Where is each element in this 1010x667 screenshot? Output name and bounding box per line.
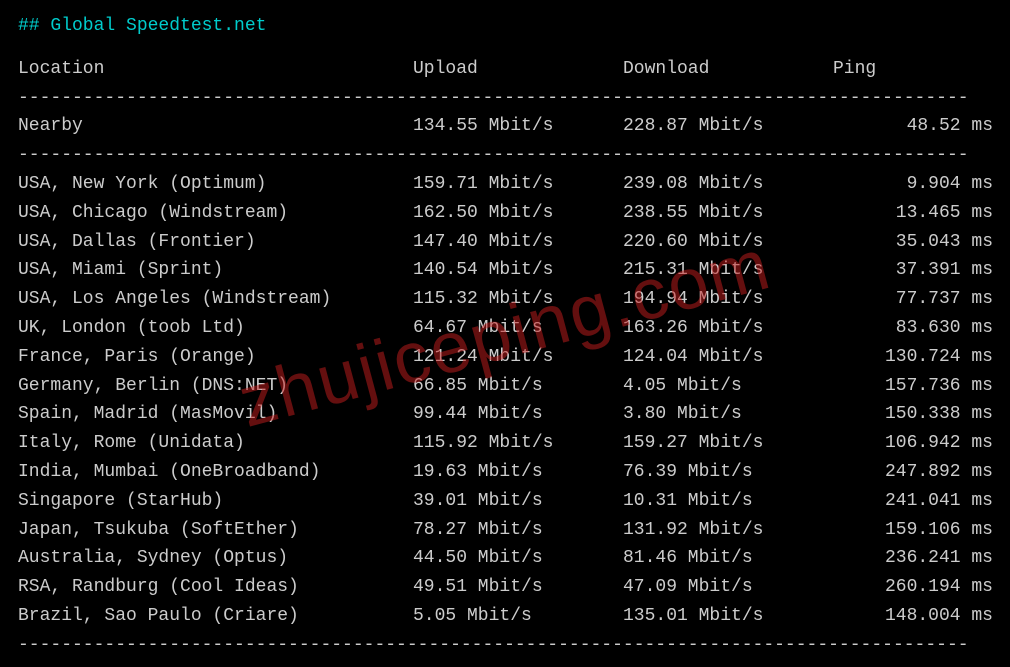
section-title: ## Global Speedtest.net xyxy=(18,12,992,41)
cell-location: Brazil, Sao Paulo (Criare) xyxy=(18,602,413,631)
cell-upload: 39.01 Mbit/s xyxy=(413,487,623,516)
cell-upload: 78.27 Mbit/s xyxy=(413,516,623,545)
nearby-download: 228.87 Mbit/s xyxy=(623,112,833,141)
cell-location: USA, New York (Optimum) xyxy=(18,170,413,199)
cell-ping: 241.041 ms xyxy=(833,487,993,516)
divider: ----------------------------------------… xyxy=(18,631,992,660)
cell-download: 135.01 Mbit/s xyxy=(623,602,833,631)
cell-ping: 35.043 ms xyxy=(833,228,993,257)
table-row: RSA, Randburg (Cool Ideas)49.51 Mbit/s47… xyxy=(18,573,992,602)
header-location: Location xyxy=(18,55,413,84)
cell-upload: 49.51 Mbit/s xyxy=(413,573,623,602)
table-header-row: Location Upload Download Ping xyxy=(18,55,992,84)
table-row: USA, New York (Optimum)159.71 Mbit/s239.… xyxy=(18,170,992,199)
table-row: Japan, Tsukuba (SoftEther)78.27 Mbit/s13… xyxy=(18,516,992,545)
cell-download: 4.05 Mbit/s xyxy=(623,372,833,401)
cell-ping: 157.736 ms xyxy=(833,372,993,401)
table-row: Germany, Berlin (DNS:NET)66.85 Mbit/s4.0… xyxy=(18,372,992,401)
cell-ping: 159.106 ms xyxy=(833,516,993,545)
cell-download: 220.60 Mbit/s xyxy=(623,228,833,257)
cell-upload: 159.71 Mbit/s xyxy=(413,170,623,199)
cell-ping: 83.630 ms xyxy=(833,314,993,343)
cell-ping: 77.737 ms xyxy=(833,285,993,314)
table-row: USA, Dallas (Frontier)147.40 Mbit/s220.6… xyxy=(18,228,992,257)
nearby-ping: 48.52 ms xyxy=(833,112,993,141)
cell-location: Australia, Sydney (Optus) xyxy=(18,544,413,573)
cell-upload: 66.85 Mbit/s xyxy=(413,372,623,401)
header-download: Download xyxy=(623,55,833,84)
cell-download: 163.26 Mbit/s xyxy=(623,314,833,343)
cell-location: USA, Los Angeles (Windstream) xyxy=(18,285,413,314)
divider: ----------------------------------------… xyxy=(18,141,992,170)
header-upload: Upload xyxy=(413,55,623,84)
cell-upload: 115.32 Mbit/s xyxy=(413,285,623,314)
table-row: USA, Los Angeles (Windstream)115.32 Mbit… xyxy=(18,285,992,314)
nearby-location: Nearby xyxy=(18,112,413,141)
cell-download: 239.08 Mbit/s xyxy=(623,170,833,199)
cell-upload: 121.24 Mbit/s xyxy=(413,343,623,372)
cell-location: Japan, Tsukuba (SoftEther) xyxy=(18,516,413,545)
table-row: Spain, Madrid (MasMovil)99.44 Mbit/s3.80… xyxy=(18,400,992,429)
cell-download: 47.09 Mbit/s xyxy=(623,573,833,602)
cell-upload: 147.40 Mbit/s xyxy=(413,228,623,257)
cell-download: 76.39 Mbit/s xyxy=(623,458,833,487)
header-ping: Ping xyxy=(833,55,993,84)
cell-upload: 99.44 Mbit/s xyxy=(413,400,623,429)
table-row: UK, London (toob Ltd)64.67 Mbit/s163.26 … xyxy=(18,314,992,343)
cell-upload: 64.67 Mbit/s xyxy=(413,314,623,343)
speedtest-table: Location Upload Download Ping ----------… xyxy=(18,55,992,660)
cell-download: 131.92 Mbit/s xyxy=(623,516,833,545)
cell-location: Germany, Berlin (DNS:NET) xyxy=(18,372,413,401)
cell-location: UK, London (toob Ltd) xyxy=(18,314,413,343)
cell-download: 159.27 Mbit/s xyxy=(623,429,833,458)
cell-location: USA, Miami (Sprint) xyxy=(18,256,413,285)
cell-ping: 130.724 ms xyxy=(833,343,993,372)
cell-upload: 162.50 Mbit/s xyxy=(413,199,623,228)
cell-upload: 19.63 Mbit/s xyxy=(413,458,623,487)
cell-ping: 106.942 ms xyxy=(833,429,993,458)
cell-location: USA, Dallas (Frontier) xyxy=(18,228,413,257)
cell-upload: 115.92 Mbit/s xyxy=(413,429,623,458)
cell-download: 81.46 Mbit/s xyxy=(623,544,833,573)
cell-ping: 37.391 ms xyxy=(833,256,993,285)
table-row: Australia, Sydney (Optus)44.50 Mbit/s81.… xyxy=(18,544,992,573)
cell-upload: 5.05 Mbit/s xyxy=(413,602,623,631)
cell-ping: 260.194 ms xyxy=(833,573,993,602)
cell-ping: 13.465 ms xyxy=(833,199,993,228)
cell-location: RSA, Randburg (Cool Ideas) xyxy=(18,573,413,602)
cell-download: 3.80 Mbit/s xyxy=(623,400,833,429)
table-row: France, Paris (Orange)121.24 Mbit/s124.0… xyxy=(18,343,992,372)
cell-location: Singapore (StarHub) xyxy=(18,487,413,516)
nearby-row: Nearby 134.55 Mbit/s 228.87 Mbit/s 48.52… xyxy=(18,112,992,141)
cell-download: 10.31 Mbit/s xyxy=(623,487,833,516)
cell-download: 238.55 Mbit/s xyxy=(623,199,833,228)
cell-ping: 9.904 ms xyxy=(833,170,993,199)
cell-download: 215.31 Mbit/s xyxy=(623,256,833,285)
cell-ping: 150.338 ms xyxy=(833,400,993,429)
cell-ping: 148.004 ms xyxy=(833,602,993,631)
cell-location: Italy, Rome (Unidata) xyxy=(18,429,413,458)
cell-location: India, Mumbai (OneBroadband) xyxy=(18,458,413,487)
table-row: USA, Miami (Sprint)140.54 Mbit/s215.31 M… xyxy=(18,256,992,285)
table-row: Brazil, Sao Paulo (Criare)5.05 Mbit/s135… xyxy=(18,602,992,631)
cell-location: USA, Chicago (Windstream) xyxy=(18,199,413,228)
cell-download: 124.04 Mbit/s xyxy=(623,343,833,372)
cell-upload: 140.54 Mbit/s xyxy=(413,256,623,285)
table-row: Singapore (StarHub)39.01 Mbit/s10.31 Mbi… xyxy=(18,487,992,516)
table-row: India, Mumbai (OneBroadband)19.63 Mbit/s… xyxy=(18,458,992,487)
table-row: Italy, Rome (Unidata)115.92 Mbit/s159.27… xyxy=(18,429,992,458)
cell-upload: 44.50 Mbit/s xyxy=(413,544,623,573)
cell-ping: 236.241 ms xyxy=(833,544,993,573)
cell-location: France, Paris (Orange) xyxy=(18,343,413,372)
table-row: USA, Chicago (Windstream)162.50 Mbit/s23… xyxy=(18,199,992,228)
cell-location: Spain, Madrid (MasMovil) xyxy=(18,400,413,429)
cell-ping: 247.892 ms xyxy=(833,458,993,487)
divider: ----------------------------------------… xyxy=(18,84,992,113)
cell-download: 194.94 Mbit/s xyxy=(623,285,833,314)
nearby-upload: 134.55 Mbit/s xyxy=(413,112,623,141)
